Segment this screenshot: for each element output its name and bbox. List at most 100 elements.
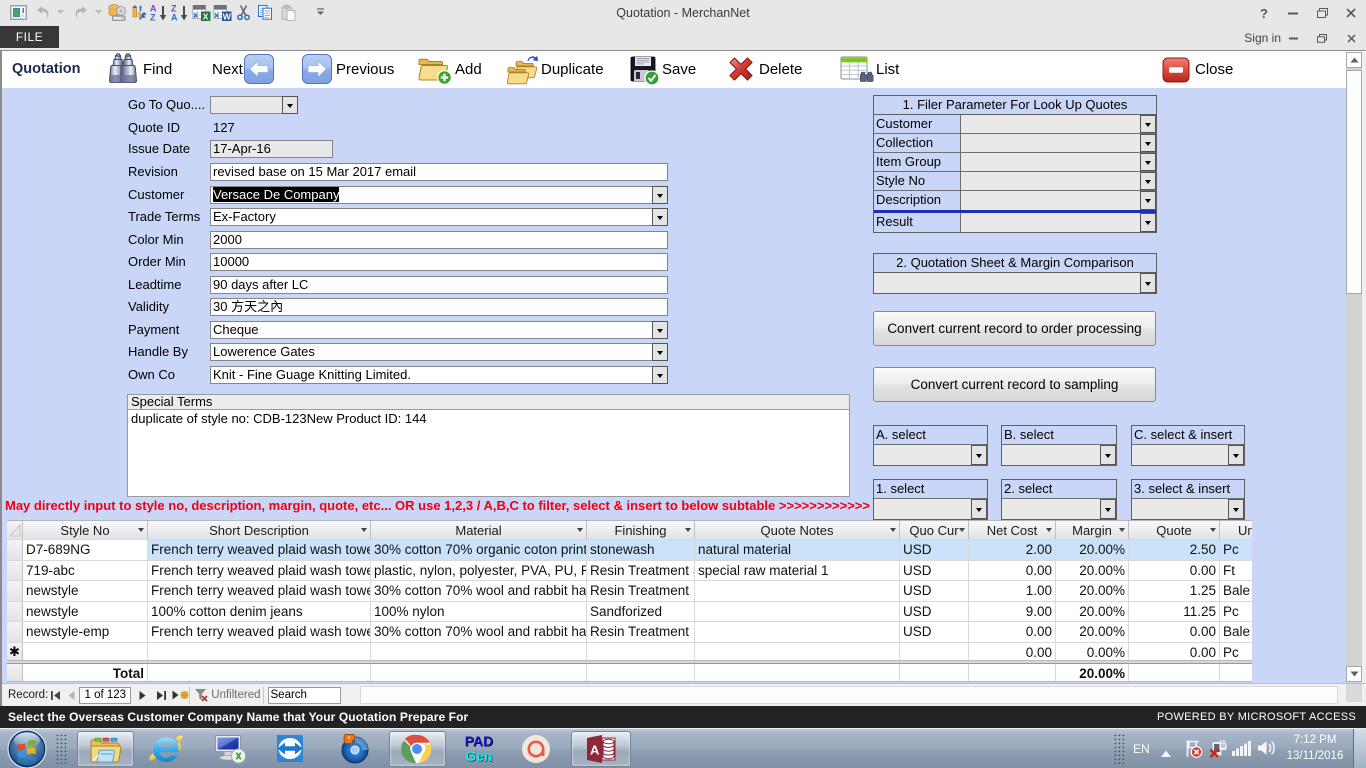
- cell[interactable]: USD: [900, 561, 969, 581]
- last-record-button[interactable]: [156, 691, 167, 700]
- cell[interactable]: [695, 602, 900, 622]
- column-dropdown-icon[interactable]: [138, 528, 144, 535]
- column-header[interactable]: Short Description: [148, 521, 371, 539]
- start-button[interactable]: [5, 727, 49, 768]
- cell[interactable]: stonewash: [587, 540, 695, 560]
- tray-volume-icon[interactable]: [1257, 739, 1277, 762]
- cell[interactable]: 0.00%: [1056, 643, 1129, 661]
- first-record-button[interactable]: [50, 691, 61, 700]
- access-icon[interactable]: A: [583, 734, 619, 768]
- row-selector[interactable]: [7, 581, 23, 601]
- filter-combo-collection[interactable]: [961, 134, 1156, 152]
- delete-icon[interactable]: [724, 54, 758, 91]
- cell[interactable]: 1.25: [1129, 581, 1220, 601]
- select-box-combo-c-select-insert[interactable]: [1132, 445, 1244, 465]
- tray-clock[interactable]: 7:12 PM 13/11/2016: [1284, 732, 1346, 764]
- column-header[interactable]: Finishing: [587, 521, 695, 539]
- list-button[interactable]: List: [876, 51, 899, 88]
- column-dropdown-icon[interactable]: [685, 528, 691, 535]
- vscroll-thumb[interactable]: [1346, 70, 1362, 294]
- column-header[interactable]: Material: [371, 521, 587, 539]
- filter-state-icon[interactable]: [194, 688, 209, 702]
- field-combo-own-co[interactable]: Knit - Fine Guage Knitting Limited.: [210, 366, 668, 384]
- cell[interactable]: newstyle-emp: [23, 622, 148, 642]
- column-dropdown-icon[interactable]: [1210, 528, 1216, 535]
- cell[interactable]: 0.00: [969, 643, 1056, 661]
- cell[interactable]: 0.00: [969, 622, 1056, 642]
- dropdown-icon[interactable]: [282, 96, 298, 114]
- tray-signal-icon[interactable]: [1232, 741, 1252, 761]
- field-input-leadtime[interactable]: 90 days after LC: [210, 276, 668, 294]
- add-button[interactable]: Add: [455, 51, 482, 88]
- cell[interactable]: Sandforized: [587, 602, 695, 622]
- add-icon[interactable]: [417, 55, 453, 90]
- cell[interactable]: D7-689NG: [23, 540, 148, 560]
- cell[interactable]: [900, 643, 969, 661]
- cell[interactable]: Resin Treatment: [587, 622, 695, 642]
- dropdown-icon[interactable]: [652, 186, 668, 204]
- column-header[interactable]: Unit: [1220, 521, 1252, 539]
- filter-state-label[interactable]: Unfiltered: [211, 689, 260, 701]
- cell[interactable]: 20.00%: [1056, 540, 1129, 560]
- cell[interactable]: [23, 643, 148, 661]
- row-selector[interactable]: [7, 561, 23, 581]
- undo-icon[interactable]: [33, 1, 53, 23]
- column-dropdown-icon[interactable]: [577, 528, 583, 535]
- save-database-icon[interactable]: [107, 1, 127, 23]
- cell[interactable]: 0.00: [969, 561, 1056, 581]
- minimize-button[interactable]: [1281, 0, 1305, 26]
- chrome-icon[interactable]: [400, 733, 434, 768]
- cell[interactable]: 1.00: [969, 581, 1056, 601]
- dropdown-icon[interactable]: [1228, 445, 1244, 465]
- cell[interactable]: [1220, 664, 1252, 681]
- cell[interactable]: [587, 643, 695, 661]
- select-box-combo-2-select[interactable]: [1002, 499, 1116, 519]
- select-box-combo-b-select[interactable]: [1002, 445, 1116, 465]
- disc-burner-icon[interactable]: [336, 733, 374, 768]
- field-input-color-min[interactable]: 2000: [210, 231, 668, 249]
- cell[interactable]: [900, 664, 969, 681]
- select-box-combo-3-select-insert[interactable]: [1132, 499, 1244, 519]
- column-header[interactable]: Quote: [1129, 521, 1220, 539]
- field-input-issue-date[interactable]: 17-Apr-16: [210, 140, 333, 158]
- new-record-selector[interactable]: ✱: [7, 643, 23, 661]
- cell[interactable]: USD: [900, 602, 969, 622]
- close-button[interactable]: Close: [1195, 51, 1233, 88]
- filter-combo-item-group[interactable]: [961, 153, 1156, 171]
- field-combo-customer[interactable]: Versace De Company: [210, 186, 668, 204]
- column-dropdown-icon[interactable]: [1046, 528, 1052, 535]
- row-selector[interactable]: [7, 664, 23, 681]
- save-icon[interactable]: [628, 54, 662, 91]
- teamviewer-icon[interactable]: [272, 733, 308, 768]
- cell[interactable]: USD: [900, 622, 969, 642]
- doc-minimize-button[interactable]: [1281, 26, 1305, 50]
- column-header[interactable]: Quote Notes: [695, 521, 900, 539]
- new-record-button[interactable]: [172, 690, 189, 700]
- field-combo-trade-terms[interactable]: Ex-Factory: [210, 208, 668, 226]
- cut-icon[interactable]: [233, 1, 253, 23]
- comparison-combo[interactable]: [874, 273, 1156, 293]
- dropdown-icon[interactable]: [1140, 115, 1156, 133]
- cell[interactable]: 20.00%: [1056, 602, 1129, 622]
- dropdown-icon[interactable]: [652, 366, 668, 384]
- cell[interactable]: [1129, 664, 1220, 681]
- column-header[interactable]: Style No: [23, 521, 148, 539]
- cell[interactable]: 0.00: [1129, 643, 1220, 661]
- cell[interactable]: [695, 664, 900, 681]
- cell[interactable]: [695, 622, 900, 642]
- cell[interactable]: Resin Treatment: [587, 581, 695, 601]
- cell[interactable]: [148, 643, 371, 661]
- dropdown-icon[interactable]: [1140, 213, 1156, 232]
- cell[interactable]: Pc: [1220, 602, 1252, 622]
- column-dropdown-icon[interactable]: [1119, 528, 1125, 535]
- cell[interactable]: 20.00%: [1056, 561, 1129, 581]
- filter-combo-customer[interactable]: [961, 115, 1156, 133]
- file-tab[interactable]: FILE: [0, 26, 59, 48]
- select-all-cell[interactable]: [7, 521, 23, 539]
- cell[interactable]: 100% cotton denim jeans: [148, 602, 371, 622]
- cell[interactable]: Pc: [1220, 643, 1252, 661]
- internet-explorer-icon[interactable]: [148, 733, 184, 768]
- cell[interactable]: [587, 664, 695, 681]
- cell[interactable]: 20.00%: [1056, 581, 1129, 601]
- sort-za-icon[interactable]: ZA: [170, 1, 190, 23]
